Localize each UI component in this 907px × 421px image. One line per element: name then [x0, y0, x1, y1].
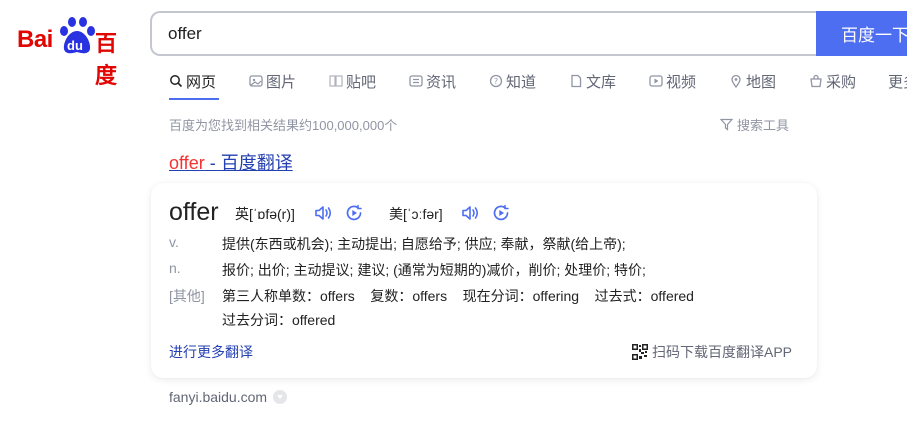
title-keyword: offer — [169, 153, 205, 173]
search-tools-button[interactable]: 搜索工具 — [720, 115, 789, 134]
app-download-label: 扫码下载百度翻译APP — [652, 344, 793, 360]
news-icon — [409, 75, 423, 87]
definition-text: 第三人称单数：offers 复数：offers 现在分词：offering 过去… — [222, 288, 694, 304]
headword: offer — [169, 198, 219, 226]
tab-label: 图片 — [266, 73, 297, 91]
definition-text: 报价; 出价; 主动提议; 建议; (通常为短期的)减价，削价; 处理价; 特价… — [222, 262, 646, 278]
speaker-icon[interactable] — [460, 203, 480, 223]
search-box — [150, 11, 816, 56]
tab-label: 地图 — [746, 73, 777, 91]
search-icon — [170, 75, 183, 88]
tab-label: 文库 — [586, 73, 617, 91]
tab-wenku[interactable]: 文库 — [569, 70, 616, 92]
result-source: fanyi.baidu.com — [169, 389, 288, 405]
tab-images[interactable]: 图片 — [249, 70, 296, 92]
app-download-link[interactable]: 扫码下载百度翻译APP — [632, 342, 792, 362]
play-icon[interactable] — [491, 203, 511, 223]
tab-label: 网页 — [186, 73, 217, 91]
tab-label: 采购 — [826, 73, 857, 91]
more-translation-link[interactable]: 进行更多翻译 — [169, 342, 253, 362]
tieba-icon — [329, 75, 343, 87]
tab-label: 视频 — [666, 73, 697, 91]
tab-zhidao[interactable]: ? 知道 — [489, 70, 536, 92]
image-icon — [249, 75, 263, 87]
source-url: fanyi.baidu.com — [169, 389, 268, 405]
tab-label: 资讯 — [426, 73, 457, 91]
active-tab-indicator — [169, 98, 219, 100]
speaker-icon[interactable] — [313, 203, 333, 223]
tab-news[interactable]: 资讯 — [409, 70, 456, 92]
video-icon — [649, 75, 663, 87]
search-tools-label: 搜索工具 — [737, 118, 790, 133]
qr-code-icon — [632, 344, 648, 360]
tab-tieba[interactable]: 贴吧 — [329, 70, 376, 92]
chevron-down-icon[interactable] — [273, 390, 288, 404]
part-of-speech: v. — [169, 234, 179, 250]
tab-map[interactable]: 地图 — [729, 70, 776, 92]
document-icon — [571, 74, 582, 88]
part-of-speech: [其他] — [169, 288, 205, 304]
tab-web[interactable]: 网页 — [169, 70, 216, 92]
logo-text-baidu: 百度 — [95, 31, 117, 88]
definition-text: 过去分词：offered — [222, 312, 336, 328]
title-rest: - 百度翻译 — [204, 153, 293, 173]
question-icon: ? — [489, 74, 503, 88]
tab-label: 更多 — [888, 73, 907, 91]
filter-icon — [720, 118, 733, 131]
search-input[interactable] — [168, 13, 788, 54]
map-icon — [731, 74, 741, 88]
logo-text-du: du — [67, 38, 83, 53]
tab-video[interactable]: 视频 — [649, 70, 696, 92]
tab-purchase[interactable]: 采购 — [809, 70, 856, 92]
us-phonetic: 美[ˈɔːfər] — [389, 206, 443, 222]
definition-text: 提供(东西或机会); 主动提出; 自愿给予; 供应; 奉献，祭献(给上帝); — [222, 236, 626, 252]
play-icon[interactable] — [344, 203, 364, 223]
part-of-speech: n. — [169, 260, 181, 276]
logo-text-bai: Bai — [17, 26, 53, 53]
result-title-link[interactable]: offer - 百度翻译 — [169, 149, 293, 175]
tab-label: 贴吧 — [346, 73, 377, 91]
uk-phonetic: 英[ˈɒfə(r)] — [235, 206, 295, 222]
shopping-icon — [810, 74, 822, 88]
tab-label: 知道 — [506, 73, 537, 91]
translation-card: offer 英[ˈɒfə(r)] 美[ˈɔːfər] v. 提供(东西或机会);… — [151, 183, 817, 378]
result-count: 百度为您找到相关结果约100,000,000个 — [169, 118, 398, 133]
baidu-logo[interactable]: Bai du 百度 — [17, 16, 135, 88]
svg-text:?: ? — [494, 77, 498, 86]
search-button[interactable]: 百度一下 — [816, 11, 907, 56]
tab-more[interactable]: 更多 — [888, 70, 907, 92]
